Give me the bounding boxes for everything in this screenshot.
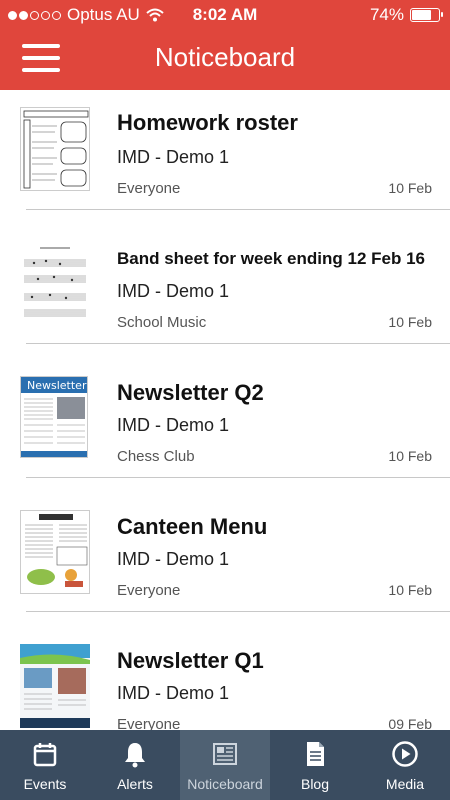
notice-group: Chess Club xyxy=(117,448,195,465)
thumbnail-newsletter-q1 xyxy=(20,644,90,728)
notice-date: 10 Feb xyxy=(388,314,432,330)
notice-item[interactable]: Homework roster IMD - Demo 1 Everyone 10… xyxy=(0,90,450,224)
tab-noticeboard[interactable]: Noticeboard xyxy=(180,730,270,800)
notice-title: Newsletter Q2 xyxy=(117,380,264,405)
notice-subtitle: IMD - Demo 1 xyxy=(117,281,230,301)
tab-label: Alerts xyxy=(117,776,153,792)
tab-label: Blog xyxy=(300,776,330,792)
battery-icon xyxy=(410,8,443,22)
notice-title: Homework roster xyxy=(117,110,298,135)
notice-title: Newsletter Q1 xyxy=(117,648,264,673)
notice-list[interactable]: Homework roster IMD - Demo 1 Everyone 10… xyxy=(0,90,450,730)
notice-group: Everyone xyxy=(117,582,181,599)
tab-blog[interactable]: Blog xyxy=(270,730,360,800)
page-title: Noticeboard xyxy=(154,42,296,72)
battery-percent: 74% xyxy=(369,5,404,24)
notice-item[interactable]: Canteen Menu IMD - Demo 1 Everyone 10 Fe… xyxy=(0,492,450,626)
status-bar: Optus AU 8:02 AM 74% xyxy=(0,0,450,30)
divider xyxy=(26,343,450,344)
notice-title: Band sheet for week ending 12 Feb 16 xyxy=(117,249,425,268)
notice-subtitle: IMD - Demo 1 xyxy=(117,147,230,167)
divider xyxy=(26,611,450,612)
tab-events[interactable]: Events xyxy=(0,730,90,800)
notice-item[interactable]: Newsletter Newsletter Q2 IMD - Demo 1 Ch… xyxy=(0,358,450,492)
thumbnail-homework xyxy=(20,107,90,191)
app-header: Optus AU 8:02 AM 74% Noticeboard xyxy=(0,0,450,90)
tab-media[interactable]: Media xyxy=(360,730,450,800)
notice-subtitle: IMD - Demo 1 xyxy=(117,683,230,703)
tab-alerts[interactable]: Alerts xyxy=(90,730,180,800)
notice-subtitle: IMD - Demo 1 xyxy=(117,415,230,435)
divider xyxy=(26,209,450,210)
tab-label: Events xyxy=(23,776,67,792)
notice-group: Everyone xyxy=(117,716,181,730)
notice-date: 10 Feb xyxy=(388,180,432,196)
bell-icon xyxy=(125,743,145,768)
notice-date: 10 Feb xyxy=(388,448,432,464)
thumbnail-sheet-music xyxy=(20,240,90,324)
newspaper-icon xyxy=(213,743,237,765)
thumbnail-text: Newsletter xyxy=(27,379,87,392)
calendar-icon xyxy=(33,743,57,767)
play-icon xyxy=(392,741,418,767)
bottom-tab-bar: Events Alerts Noticeboard Blog Media xyxy=(0,730,450,800)
notice-date: 10 Feb xyxy=(388,582,432,598)
status-right: 74% xyxy=(369,5,443,25)
notice-item[interactable]: Band sheet for week ending 12 Feb 16 IMD… xyxy=(0,224,450,358)
notice-date: 09 Feb xyxy=(388,716,432,730)
thumbnail-canteen-menu xyxy=(20,510,90,594)
tab-label: Media xyxy=(385,776,425,792)
notice-item[interactable]: Newsletter Q1 IMD - Demo 1 Everyone 09 F… xyxy=(0,626,450,730)
thumbnail-newsletter: Newsletter xyxy=(20,376,88,458)
divider xyxy=(26,477,450,478)
document-icon xyxy=(307,742,324,766)
notice-group: School Music xyxy=(117,314,207,331)
notice-group: Everyone xyxy=(117,180,181,197)
notice-title: Canteen Menu xyxy=(117,514,268,539)
notice-subtitle: IMD - Demo 1 xyxy=(117,549,230,569)
tab-label: Noticeboard xyxy=(187,776,263,792)
